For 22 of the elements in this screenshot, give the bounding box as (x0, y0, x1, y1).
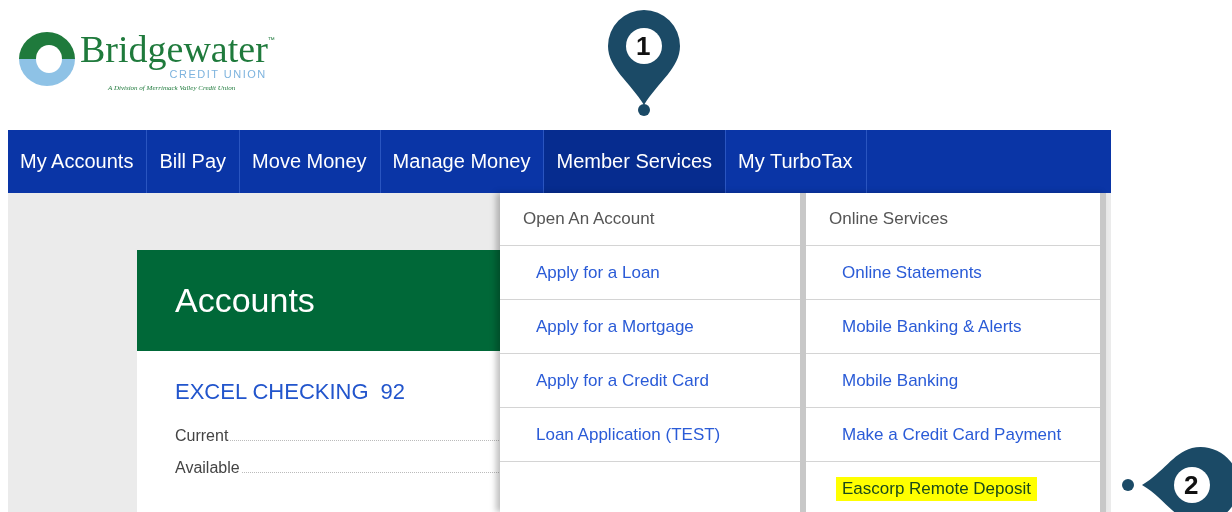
menu-link[interactable]: Mobile Banking (842, 368, 959, 393)
balance-label: Available (175, 459, 240, 477)
menu-link[interactable]: Eascorp Remote Deposit (836, 476, 1037, 501)
card-title: Accounts (175, 281, 315, 320)
logo-ring-icon (18, 31, 76, 87)
account-number: 92 (380, 379, 406, 405)
menu-link[interactable]: Apply for a Loan (536, 260, 660, 285)
callout-number: 1 (636, 33, 651, 59)
menu-link[interactable]: Loan Application (TEST) (536, 422, 721, 447)
menu-link[interactable]: Make a Credit Card Payment (842, 422, 1062, 447)
callout-number: 2 (1184, 472, 1199, 498)
menu-link[interactable]: Apply for a Mortgage (536, 314, 694, 339)
nav-tab[interactable]: Member Services (544, 130, 727, 193)
menu-link[interactable]: Online Statements (842, 260, 982, 285)
menu-link[interactable]: Mobile Banking & Alerts (842, 314, 1022, 339)
brand-subtitle: CREDIT UNION (169, 68, 267, 80)
menu-heading: Online Services (829, 209, 949, 229)
menu-heading: Open An Account (523, 209, 655, 229)
brand-name: Bridgewater (80, 30, 268, 68)
balance-label: Current (175, 427, 229, 445)
account-link[interactable]: EXCEL CHECKING (175, 379, 369, 405)
menu-link[interactable]: Apply for a Credit Card (536, 368, 709, 393)
